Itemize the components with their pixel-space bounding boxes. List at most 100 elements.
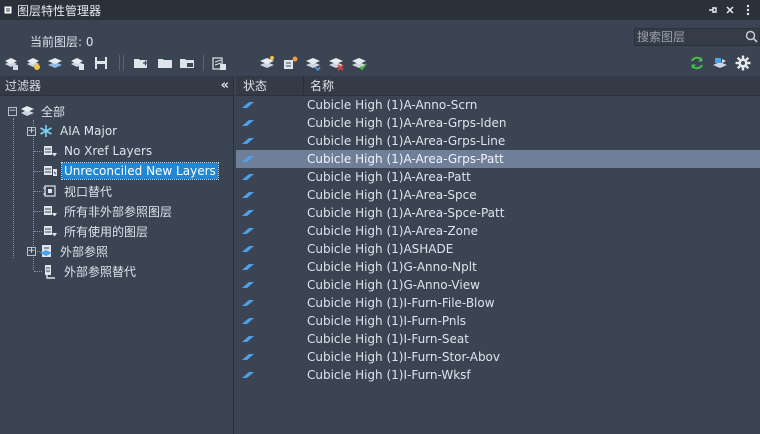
layer-name[interactable]: Cubicle High (1)A-Area-Spce bbox=[304, 188, 477, 202]
layer-status-icon[interactable] bbox=[236, 173, 304, 181]
layer-status-icon[interactable] bbox=[236, 317, 304, 325]
layer-status-icon[interactable] bbox=[236, 227, 304, 235]
table-row[interactable]: Cubicle High (1)ASHADE bbox=[236, 240, 760, 258]
layer-settings-icon[interactable] bbox=[210, 54, 228, 72]
layer-status-icon[interactable] bbox=[236, 137, 304, 145]
filter-pane: 过滤器 « − 全部 + AIA Major No Xref Layers Un… bbox=[0, 76, 234, 434]
save-icon[interactable] bbox=[92, 54, 110, 72]
filter-layers-icon bbox=[42, 223, 58, 239]
column-name[interactable]: 名称 bbox=[304, 76, 760, 95]
tree-item-all-non-xref-layers[interactable]: 所有非外部参照图层 bbox=[42, 202, 174, 220]
expand-toggle[interactable]: + bbox=[27, 246, 36, 256]
toolbar bbox=[0, 52, 760, 74]
search-icon[interactable] bbox=[745, 30, 759, 44]
table-row[interactable]: Cubicle High (1)A-Area-Spce-Patt bbox=[236, 204, 760, 222]
property-filter-icon bbox=[38, 123, 54, 139]
layer-name[interactable]: Cubicle High (1)G-Anno-Nplt bbox=[304, 260, 477, 274]
layer-status-icon[interactable] bbox=[236, 191, 304, 199]
new-layer-vp-frozen-icon[interactable] bbox=[258, 54, 276, 72]
layer-status-icon[interactable] bbox=[236, 353, 304, 361]
tree-item-aia-major[interactable]: + AIA Major bbox=[27, 122, 119, 140]
search-box[interactable] bbox=[634, 28, 760, 46]
layer-name[interactable]: Cubicle High (1)ASHADE bbox=[304, 242, 453, 256]
collapse-filter-button[interactable]: « bbox=[221, 78, 229, 93]
window-title: 图层特性管理器 bbox=[17, 3, 102, 18]
layer-state-icon[interactable] bbox=[68, 54, 86, 72]
table-row[interactable]: Cubicle High (1)I-Furn-Seat bbox=[236, 330, 760, 348]
table-row[interactable]: Cubicle High (1)A-Area-Patt bbox=[236, 168, 760, 186]
tree-item-no-xref-layers[interactable]: No Xref Layers bbox=[42, 142, 154, 160]
layer-status-icon[interactable] bbox=[236, 209, 304, 217]
tree-label: Unreconciled New Layers bbox=[61, 162, 219, 180]
layer-states-icon[interactable] bbox=[46, 54, 64, 72]
layer-name[interactable]: Cubicle High (1)G-Anno-View bbox=[304, 278, 480, 292]
table-row[interactable]: Cubicle High (1)I-Furn-File-Blow bbox=[236, 294, 760, 312]
layer-status-icon[interactable] bbox=[236, 245, 304, 253]
layer-translate-icon[interactable] bbox=[711, 54, 729, 72]
table-row[interactable]: Cubicle High (1)A-Area-Grps-Line bbox=[236, 132, 760, 150]
expand-toggle[interactable]: + bbox=[27, 126, 36, 136]
layer-vp-freeze-icon[interactable] bbox=[281, 54, 299, 72]
new-property-filter-icon[interactable] bbox=[2, 54, 20, 72]
tree-item-xref-overrides[interactable]: 外部参照替代 bbox=[42, 262, 138, 280]
layer-name[interactable]: Cubicle High (1)I-Furn-Seat bbox=[304, 332, 469, 346]
set-current-icon[interactable] bbox=[350, 54, 368, 72]
table-row[interactable]: Cubicle High (1)A-Area-Grps-Patt bbox=[236, 150, 760, 168]
layer-name[interactable]: Cubicle High (1)A-Area-Grps-Line bbox=[304, 134, 505, 148]
table-row[interactable]: Cubicle High (1)A-Area-Zone bbox=[236, 222, 760, 240]
delete-layer-icon[interactable] bbox=[327, 54, 345, 72]
layer-name[interactable]: Cubicle High (1)I-Furn-Wksf bbox=[304, 368, 471, 382]
layer-name[interactable]: Cubicle High (1)A-Area-Patt bbox=[304, 170, 471, 184]
layer-name[interactable]: Cubicle High (1)I-Furn-Stor-Abov bbox=[304, 350, 500, 364]
current-layer-label: 当前图层: 0 bbox=[30, 35, 94, 49]
layer-status-icon[interactable] bbox=[236, 119, 304, 127]
layer-status-icon[interactable] bbox=[236, 335, 304, 343]
menu-icon[interactable] bbox=[2, 4, 14, 16]
layer-status-icon[interactable] bbox=[236, 263, 304, 271]
close-icon[interactable] bbox=[724, 3, 736, 17]
filter-header-label: 过滤器 bbox=[5, 79, 42, 93]
layer-status-icon[interactable] bbox=[236, 155, 304, 163]
tree-item-all[interactable]: − 全部 bbox=[8, 102, 67, 120]
layer-vp-icon[interactable] bbox=[178, 54, 196, 72]
tree-item-xref[interactable]: + 外部参照 bbox=[27, 242, 110, 260]
layer-status-icon[interactable] bbox=[236, 371, 304, 379]
layer-folder-icon[interactable] bbox=[156, 54, 174, 72]
table-row[interactable]: Cubicle High (1)I-Furn-Wksf bbox=[236, 366, 760, 384]
table-row[interactable]: Cubicle High (1)I-Furn-Stor-Abov bbox=[236, 348, 760, 366]
layer-name[interactable]: Cubicle High (1)A-Area-Spce-Patt bbox=[304, 206, 504, 220]
tree-item-all-used-layers[interactable]: 所有使用的图层 bbox=[42, 222, 150, 240]
layer-name[interactable]: Cubicle High (1)A-Area-Zone bbox=[304, 224, 478, 238]
table-row[interactable]: Cubicle High (1)I-Furn-Pnls bbox=[236, 312, 760, 330]
new-layer-icon[interactable] bbox=[132, 54, 150, 72]
tree-label: AIA Major bbox=[60, 124, 118, 138]
collapse-toggle[interactable]: − bbox=[8, 106, 17, 116]
table-row[interactable]: Cubicle High (1)G-Anno-View bbox=[236, 276, 760, 294]
all-layers-icon bbox=[19, 103, 35, 119]
table-row[interactable]: Cubicle High (1)A-Anno-Scrn bbox=[236, 96, 760, 114]
refresh-icon[interactable] bbox=[688, 54, 706, 72]
layer-merge-icon[interactable] bbox=[304, 54, 322, 72]
options-icon[interactable] bbox=[742, 3, 754, 17]
layer-status-icon[interactable] bbox=[236, 101, 304, 109]
xref-override-icon bbox=[42, 263, 58, 279]
layer-name[interactable]: Cubicle High (1)A-Anno-Scrn bbox=[304, 98, 477, 112]
layer-name[interactable]: Cubicle High (1)A-Area-Grps-Iden bbox=[304, 116, 506, 130]
layer-status-icon[interactable] bbox=[236, 299, 304, 307]
new-group-filter-icon[interactable] bbox=[24, 54, 42, 72]
tree-label: 外部参照替代 bbox=[64, 264, 137, 279]
pin-icon[interactable] bbox=[706, 3, 718, 17]
table-row[interactable]: Cubicle High (1)A-Area-Spce bbox=[236, 186, 760, 204]
search-input[interactable] bbox=[635, 30, 739, 44]
table-row[interactable]: Cubicle High (1)G-Anno-Nplt bbox=[236, 258, 760, 276]
tree-item-viewport-overrides[interactable]: 视口替代 bbox=[42, 182, 114, 200]
layer-name[interactable]: Cubicle High (1)I-Furn-File-Blow bbox=[304, 296, 495, 310]
layer-status-icon[interactable] bbox=[236, 281, 304, 289]
column-status[interactable]: 状态 bbox=[236, 76, 304, 95]
layer-name[interactable]: Cubicle High (1)A-Area-Grps-Patt bbox=[304, 152, 504, 166]
table-row[interactable]: Cubicle High (1)A-Area-Grps-Iden bbox=[236, 114, 760, 132]
settings-gear-icon[interactable] bbox=[734, 54, 752, 72]
column-header: 状态 名称 bbox=[236, 76, 760, 96]
tree-item-unreconciled-new-layers[interactable]: Unreconciled New Layers bbox=[42, 162, 219, 180]
layer-name[interactable]: Cubicle High (1)I-Furn-Pnls bbox=[304, 314, 466, 328]
